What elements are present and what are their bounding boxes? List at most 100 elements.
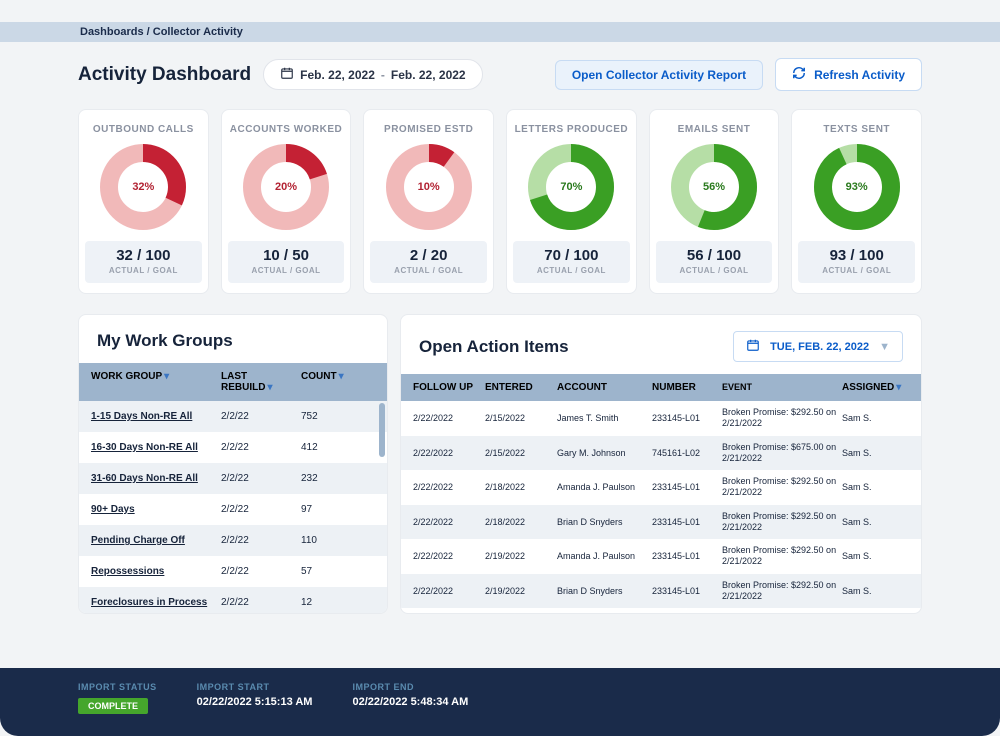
- table-row[interactable]: 2/22/20222/15/2022Gary M. Johnson745161-…: [401, 436, 921, 471]
- date-start: Feb. 22, 2022: [300, 68, 375, 82]
- col-number[interactable]: NUMBER: [652, 382, 722, 393]
- work-group-count: 97: [301, 504, 375, 515]
- metric-value: 93 / 100: [802, 247, 911, 264]
- metric-sub: ACTUAL / GOAL: [232, 266, 341, 275]
- status-badge: COMPLETE: [78, 698, 148, 714]
- donut-percent: 10%: [385, 143, 473, 231]
- metric-sub: ACTUAL / GOAL: [89, 266, 198, 275]
- cell-assigned: Sam S.: [842, 551, 909, 561]
- table-row[interactable]: 2/22/20222/18/2022Brian D Snyders233145-…: [401, 505, 921, 540]
- table-row[interactable]: 2/22/20222/15/2022James T. Smith233145-L…: [401, 401, 921, 436]
- table-row[interactable]: 16-30 Days Non-RE All2/2/22412: [79, 432, 387, 463]
- cell-follow-up: 2/22/2022: [413, 448, 485, 458]
- filter-icon: ▾: [164, 371, 169, 382]
- table-row[interactable]: Pending Charge Off2/2/22110: [79, 525, 387, 556]
- metric-value-box: 32 / 100 ACTUAL / GOAL: [85, 241, 202, 283]
- metric-value: 32 / 100: [89, 247, 198, 264]
- table-row[interactable]: 2/22/20222/18/2022Amanda J. Paulson23314…: [401, 470, 921, 505]
- cell-account: Gary M. Johnson: [557, 448, 652, 458]
- col-last-rebuild[interactable]: LAST REBUILD▾: [221, 371, 301, 393]
- work-groups-title: My Work Groups: [97, 331, 233, 351]
- cell-event: Broken Promise: $292.50 on 2/21/2022: [722, 407, 842, 430]
- metric-title: ACCOUNTS WORKED: [228, 124, 345, 135]
- cell-event: Broken Promise: $292.50 on 2/21/2022: [722, 476, 842, 499]
- metric-sub: ACTUAL / GOAL: [802, 266, 911, 275]
- table-row[interactable]: 2/22/2022 10:15 AM2/15/2022Henry Buxton2…: [401, 608, 921, 613]
- col-count[interactable]: COUNT▾: [301, 371, 375, 393]
- breadcrumb-root[interactable]: Dashboards: [80, 26, 144, 38]
- cell-follow-up: 2/22/2022: [413, 517, 485, 527]
- cell-event: Broken Promise: $292.50 on 2/21/2022: [722, 545, 842, 568]
- calendar-icon: [746, 338, 760, 355]
- work-group-count: 110: [301, 535, 375, 546]
- cell-number: 745161-L02: [652, 448, 722, 458]
- col-account[interactable]: ACCOUNT: [557, 382, 652, 393]
- action-items-body: 2/22/20222/15/2022James T. Smith233145-L…: [401, 401, 921, 613]
- action-items-title: Open Action Items: [419, 337, 569, 357]
- cell-event: Broken Promise: $675.00 on 2/21/2022: [722, 442, 842, 465]
- donut-chart: 56%: [670, 143, 758, 231]
- refresh-activity-button[interactable]: Refresh Activity: [775, 58, 922, 91]
- work-group-rebuild: 2/2/22: [221, 442, 301, 453]
- work-group-name: Repossessions: [91, 566, 221, 577]
- table-row[interactable]: 90+ Days2/2/2297: [79, 494, 387, 525]
- metric-title: EMAILS SENT: [656, 124, 773, 135]
- donut-chart: 10%: [385, 143, 473, 231]
- cell-assigned: Sam S.: [842, 413, 909, 423]
- col-event[interactable]: EVENT: [722, 382, 842, 393]
- table-row[interactable]: 2/22/20222/19/2022Brian D Snyders233145-…: [401, 574, 921, 609]
- cell-account: Brian D Snyders: [557, 586, 652, 596]
- import-end: IMPORT END 02/22/2022 5:48:34 AM: [352, 682, 468, 714]
- metric-card: TEXTS SENT93%93 / 100ACTUAL / GOAL: [791, 109, 922, 294]
- cell-entered: 2/19/2022: [485, 586, 557, 596]
- metric-title: LETTERS PRODUCED: [513, 124, 630, 135]
- cell-entered: 2/15/2022: [485, 413, 557, 423]
- work-group-name: 31-60 Days Non-RE All: [91, 473, 221, 484]
- filter-icon: ▾: [339, 371, 344, 382]
- breadcrumb: Dashboards / Collector Activity: [0, 22, 1000, 42]
- date-end: Feb. 22, 2022: [391, 68, 466, 82]
- work-group-name: 1-15 Days Non-RE All: [91, 411, 221, 422]
- cell-follow-up: 2/22/2022: [413, 551, 485, 561]
- date-range-picker[interactable]: Feb. 22, 2022 - Feb. 22, 2022: [263, 59, 482, 90]
- metric-title: PROMISED ESTD: [370, 124, 487, 135]
- donut-percent: 93%: [813, 143, 901, 231]
- table-row[interactable]: Repossessions2/2/2257: [79, 556, 387, 587]
- work-group-name: Pending Charge Off: [91, 535, 221, 546]
- metric-sub: ACTUAL / GOAL: [517, 266, 626, 275]
- col-work-group[interactable]: WORK GROUP▾: [91, 371, 221, 393]
- table-row[interactable]: 2/22/20222/19/2022Amanda J. Paulson23314…: [401, 539, 921, 574]
- action-items-panel: Open Action Items TUE, FEB. 22, 2022 ▼ F…: [400, 314, 922, 614]
- refresh-icon: [792, 66, 806, 83]
- work-group-name: 16-30 Days Non-RE All: [91, 442, 221, 453]
- donut-percent: 32%: [99, 143, 187, 231]
- cell-assigned: Sam S.: [842, 448, 909, 458]
- metric-sub: ACTUAL / GOAL: [374, 266, 483, 275]
- scrollbar-thumb[interactable]: [379, 403, 385, 457]
- work-group-name: Foreclosures in Process: [91, 597, 221, 608]
- cell-assigned: Sam S.: [842, 517, 909, 527]
- cell-number: 233145-L01: [652, 413, 722, 423]
- work-group-name: 90+ Days: [91, 504, 221, 515]
- work-group-rebuild: 2/2/22: [221, 535, 301, 546]
- work-group-count: 232: [301, 473, 375, 484]
- col-assigned[interactable]: ASSIGNED▾: [842, 382, 909, 393]
- col-entered[interactable]: ENTERED: [485, 382, 557, 393]
- open-report-button[interactable]: Open Collector Activity Report: [555, 60, 763, 90]
- col-follow-up[interactable]: FOLLOW UP: [413, 382, 485, 393]
- table-row[interactable]: 1-15 Days Non-RE All2/2/22752: [79, 401, 387, 432]
- cell-number: 233145-L01: [652, 517, 722, 527]
- cell-entered: 2/15/2022: [485, 448, 557, 458]
- cell-number: 233145-L01: [652, 551, 722, 561]
- table-row[interactable]: Foreclosures in Process2/2/2212: [79, 587, 387, 613]
- metric-value: 10 / 50: [232, 247, 341, 264]
- chevron-down-icon: ▼: [879, 341, 890, 353]
- work-group-rebuild: 2/2/22: [221, 504, 301, 515]
- metric-value: 56 / 100: [660, 247, 769, 264]
- work-group-count: 412: [301, 442, 375, 453]
- work-groups-body: 1-15 Days Non-RE All2/2/2275216-30 Days …: [79, 401, 387, 613]
- table-row[interactable]: 31-60 Days Non-RE All2/2/22232: [79, 463, 387, 494]
- action-items-date-picker[interactable]: TUE, FEB. 22, 2022 ▼: [733, 331, 903, 362]
- calendar-icon: [280, 66, 294, 83]
- import-start: IMPORT START 02/22/2022 5:15:13 AM: [197, 682, 313, 714]
